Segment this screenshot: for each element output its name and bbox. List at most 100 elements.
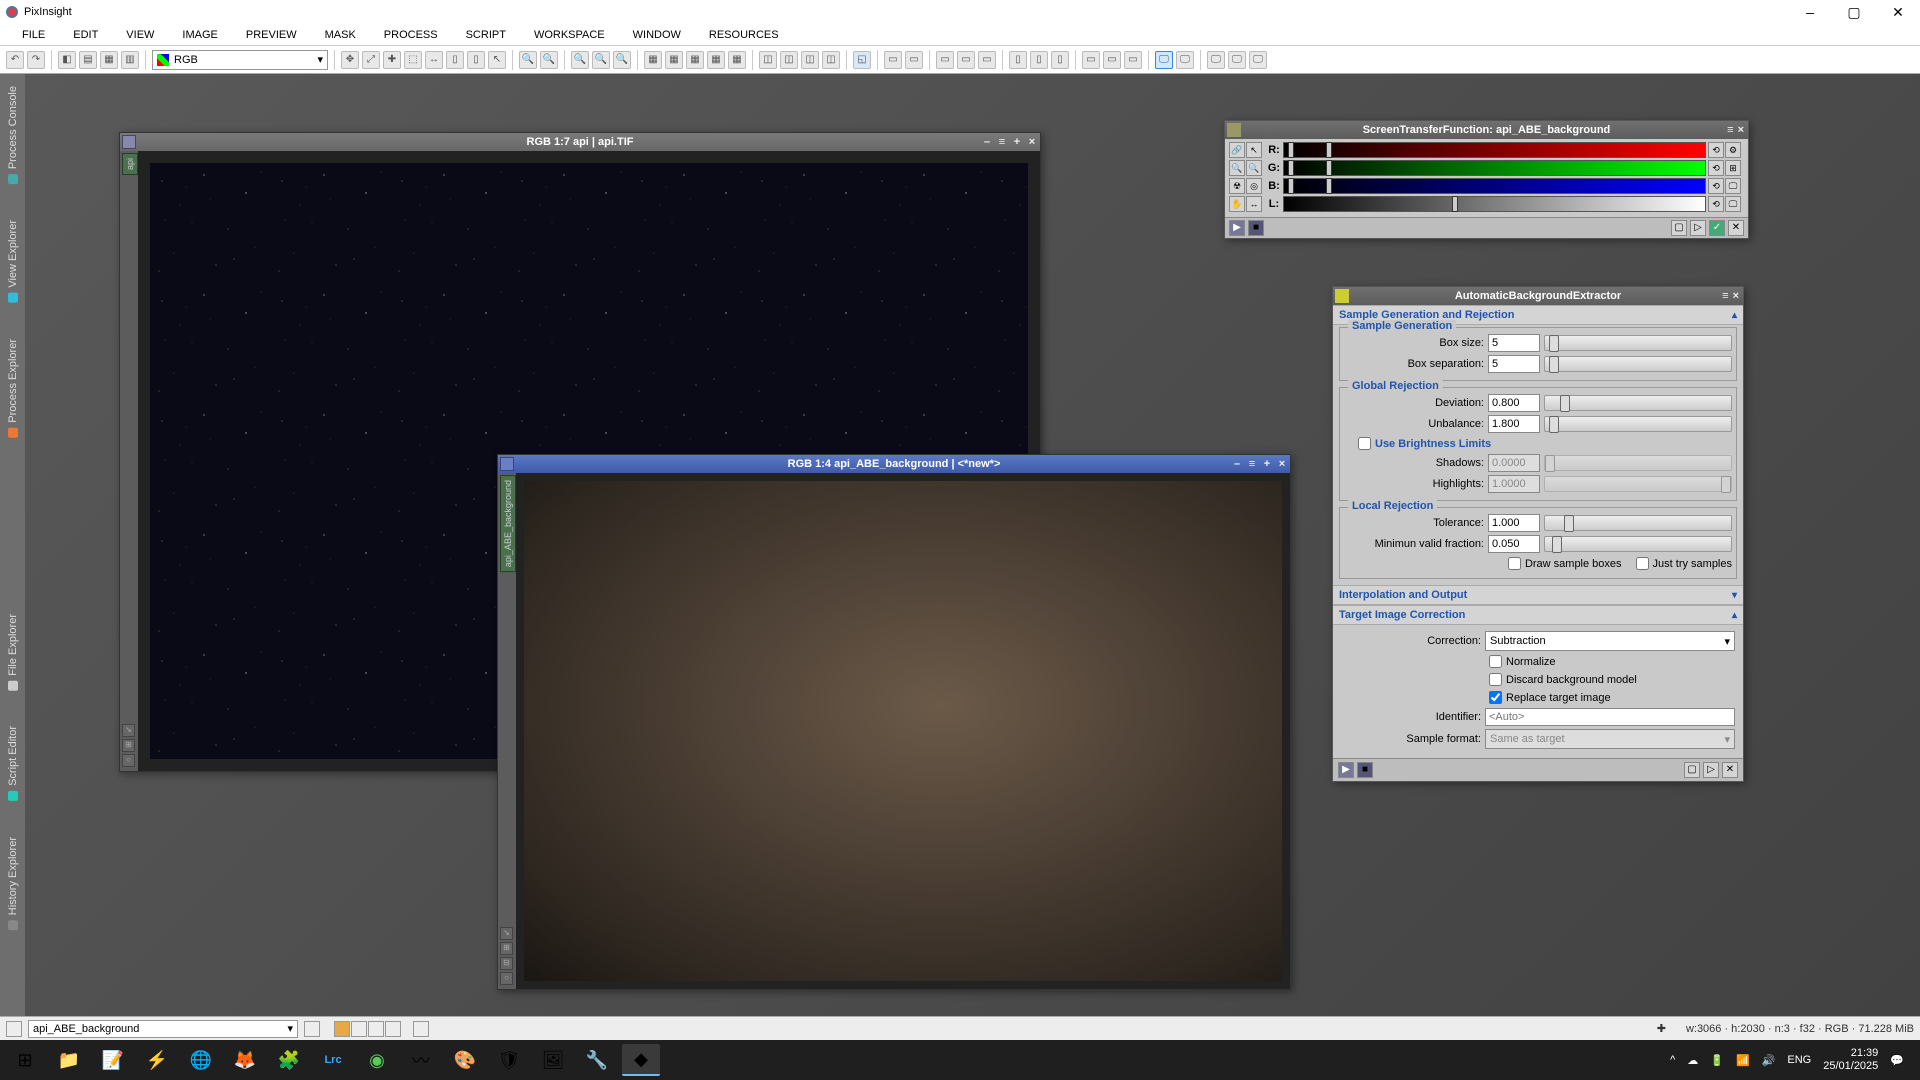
ws5-icon[interactable]: ▭ xyxy=(978,51,996,69)
menu-resources[interactable]: RESOURCES xyxy=(695,26,793,44)
discard-bg-checkbox[interactable]: Discard background model xyxy=(1489,672,1637,687)
monitor5-icon[interactable]: 🖵 xyxy=(1249,51,1267,69)
zoom-out-icon[interactable]: 🔍 xyxy=(540,51,558,69)
col2-icon[interactable]: ▯ xyxy=(1030,51,1048,69)
preview-active-icon[interactable]: ◱ xyxy=(853,51,871,69)
tray-cloud-icon[interactable]: ☁ xyxy=(1687,1054,1698,1067)
close-button[interactable]: × xyxy=(1026,136,1038,148)
view-selector[interactable]: api_ABE_background▾ xyxy=(28,1020,298,1038)
tray-notifications-icon[interactable]: 💬 xyxy=(1890,1054,1904,1067)
just-try-samples-checkbox[interactable]: Just try samples xyxy=(1636,556,1732,571)
open-icon[interactable]: ▤ xyxy=(79,51,97,69)
tab-script-editor[interactable]: Script Editor xyxy=(5,718,21,809)
chrome-icon[interactable]: 🌐 xyxy=(182,1044,220,1076)
reset-g-icon[interactable]: ⟲ xyxy=(1708,160,1724,176)
tray-volume-icon[interactable]: 🔊 xyxy=(1762,1054,1776,1067)
view-tab-label[interactable]: api xyxy=(122,153,138,175)
tray-wifi-icon[interactable]: 📶 xyxy=(1736,1054,1750,1067)
menu-process[interactable]: PROCESS xyxy=(370,26,452,44)
layer3-icon[interactable]: ◫ xyxy=(801,51,819,69)
palette-icon[interactable]: ▥ xyxy=(121,51,139,69)
arr1-icon[interactable]: ▭ xyxy=(1082,51,1100,69)
zoom-b-icon[interactable]: 🔍 xyxy=(592,51,610,69)
edit-icon[interactable]: ↖ xyxy=(1246,142,1262,158)
fit-icon[interactable]: ⤢ xyxy=(362,51,380,69)
window-maximize-button[interactable]: ▢ xyxy=(1832,0,1876,24)
reset-b-icon[interactable]: ⟲ xyxy=(1708,178,1724,194)
identifier-input[interactable] xyxy=(1485,708,1735,726)
normalize-checkbox[interactable]: Normalize xyxy=(1489,654,1556,669)
sidebar-btn-3[interactable]: ○ xyxy=(122,754,135,767)
unbalance-input[interactable] xyxy=(1488,415,1540,433)
status-icon-1[interactable] xyxy=(6,1021,22,1037)
tab-view-explorer[interactable]: View Explorer xyxy=(5,212,21,311)
target-icon[interactable]: ◎ xyxy=(1246,178,1262,194)
app-icon-1[interactable]: 🧩 xyxy=(270,1044,308,1076)
layer1-icon[interactable]: ◫ xyxy=(759,51,777,69)
stf-slider-b[interactable] xyxy=(1283,178,1706,194)
box-size-input[interactable] xyxy=(1488,334,1540,352)
sidebar-btn-3[interactable]: ⊟ xyxy=(500,957,513,970)
stf-process-window[interactable]: ScreenTransferFunction: api_ABE_backgrou… xyxy=(1224,120,1749,239)
zoom-out-icon[interactable]: 🔍 xyxy=(1246,160,1262,176)
col1-icon[interactable]: ▯ xyxy=(1009,51,1027,69)
menu-script[interactable]: SCRIPT xyxy=(452,26,520,44)
ws4-icon[interactable]: ▭ xyxy=(957,51,975,69)
shade-button[interactable]: ≡ xyxy=(1727,124,1733,136)
firefox-icon[interactable]: 🦊 xyxy=(226,1044,264,1076)
footer-btn-2[interactable]: ▷ xyxy=(1703,762,1719,778)
shade-button[interactable]: ≡ xyxy=(1722,290,1728,302)
footer-btn-1[interactable]: ▢ xyxy=(1671,220,1687,236)
shade-button[interactable]: – xyxy=(1231,458,1243,470)
col3-icon[interactable]: ▯ xyxy=(1051,51,1069,69)
settings-g-icon[interactable]: ⊞ xyxy=(1725,160,1741,176)
monitor4-icon[interactable]: 🖵 xyxy=(1228,51,1246,69)
close-button[interactable]: × xyxy=(1733,290,1739,302)
reset-l-icon[interactable]: ⟲ xyxy=(1708,196,1724,212)
monitor-l-icon[interactable]: 🖵 xyxy=(1725,196,1741,212)
menu-file[interactable]: FILE xyxy=(8,26,59,44)
doc1-icon[interactable]: ▯ xyxy=(446,51,464,69)
settings-r-icon[interactable]: ⚙ xyxy=(1725,142,1741,158)
file-explorer-icon[interactable]: 📁 xyxy=(50,1044,88,1076)
replace-target-checkbox[interactable]: Replace target image xyxy=(1489,690,1611,705)
channel-swatch-2[interactable] xyxy=(368,1021,384,1037)
link-icon[interactable]: 🔗 xyxy=(1229,142,1245,158)
vscode-icon[interactable]: ⚡ xyxy=(138,1044,176,1076)
app-icon-2[interactable]: ◉ xyxy=(358,1044,396,1076)
correction-select[interactable]: Subtraction▾ xyxy=(1485,631,1735,651)
window-close-button[interactable]: ✕ xyxy=(1876,0,1920,24)
photos-icon[interactable]: 🖼 xyxy=(534,1044,572,1076)
maximize-button[interactable]: + xyxy=(1261,458,1273,470)
tray-chevron-icon[interactable]: ^ xyxy=(1670,1054,1675,1066)
app-icon-3[interactable]: 〰 xyxy=(402,1044,440,1076)
channel-swatch-rgb[interactable] xyxy=(334,1021,350,1037)
app-icon-5[interactable]: 🔧 xyxy=(578,1044,616,1076)
expand-icon[interactable]: ⬚ xyxy=(404,51,422,69)
menu-edit[interactable]: EDIT xyxy=(59,26,112,44)
image-canvas[interactable] xyxy=(516,473,1290,989)
new-icon[interactable]: ◧ xyxy=(58,51,76,69)
arr3-icon[interactable]: ▭ xyxy=(1124,51,1142,69)
paint-icon[interactable]: 🎨 xyxy=(446,1044,484,1076)
menu-workspace[interactable]: WORKSPACE xyxy=(520,26,619,44)
image-window-abe-background[interactable]: RGB 1:4 api_ABE_background | <*new*> – ≡… xyxy=(497,454,1291,990)
footer-btn-2[interactable]: ▷ xyxy=(1690,220,1706,236)
menu-view[interactable]: VIEW xyxy=(112,26,168,44)
sidebar-btn-2[interactable]: ⊞ xyxy=(122,739,135,752)
view-tab-label[interactable]: api_ABE_background xyxy=(500,475,516,572)
sidebar-btn-1[interactable]: ↘ xyxy=(500,927,513,940)
sidebar-btn-4[interactable]: ○ xyxy=(500,972,513,985)
layer4-icon[interactable]: ◫ xyxy=(822,51,840,69)
section-interpolation-output[interactable]: Interpolation and Output▾ xyxy=(1333,585,1743,605)
footer-check-icon[interactable]: ✓ xyxy=(1709,220,1725,236)
apply-square-icon[interactable]: ■ xyxy=(1248,220,1264,236)
min-valid-fraction-slider[interactable] xyxy=(1544,536,1732,552)
monitor3-icon[interactable]: 🖵 xyxy=(1207,51,1225,69)
maximize-button[interactable]: + xyxy=(1011,136,1023,148)
grid3-icon[interactable]: ▦ xyxy=(686,51,704,69)
footer-reset-icon[interactable]: ✕ xyxy=(1728,220,1744,236)
channel-swatch-3[interactable] xyxy=(385,1021,401,1037)
monitor2-icon[interactable]: 🖵 xyxy=(1176,51,1194,69)
shade-button[interactable]: – xyxy=(981,136,993,148)
